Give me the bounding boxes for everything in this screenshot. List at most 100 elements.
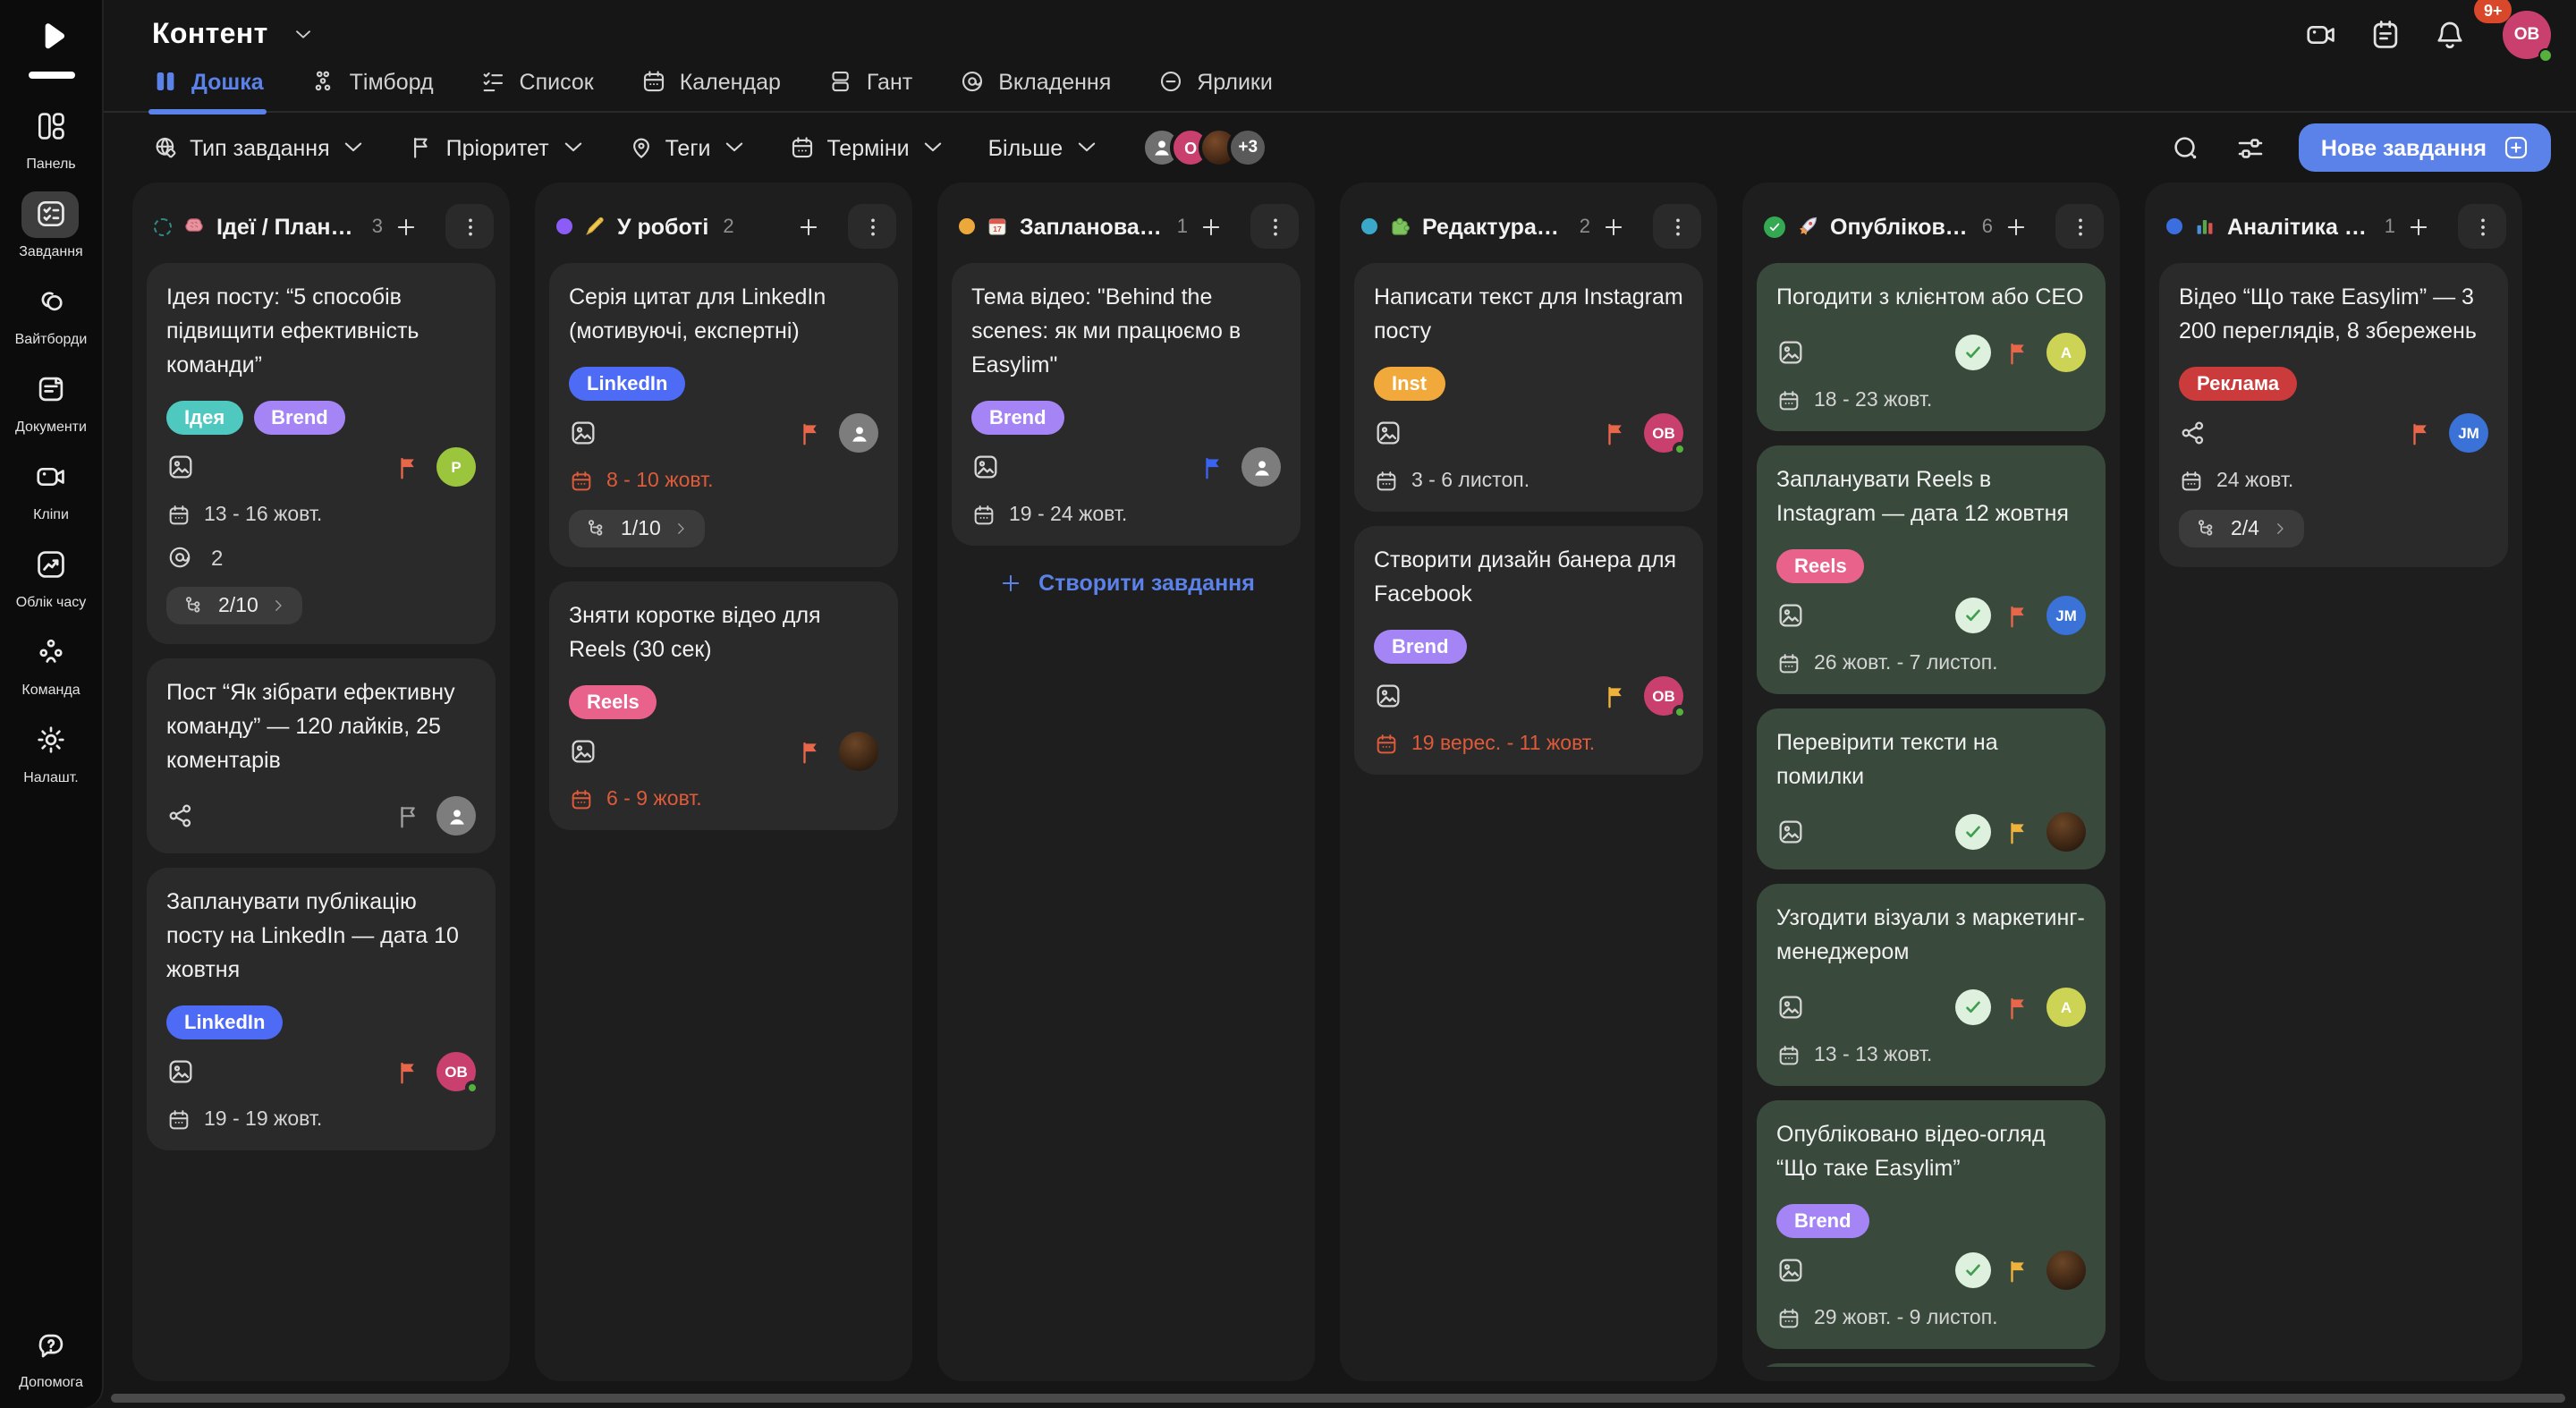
- column-menu-button[interactable]: [1653, 204, 1701, 249]
- task-card[interactable]: Створити дизайн банера для FacebookBrend…: [1354, 526, 1703, 775]
- assignee-avatar[interactable]: P: [436, 447, 476, 487]
- priority-flag-icon[interactable]: [2005, 994, 2032, 1021]
- sidebar-item-documents[interactable]: Документи: [15, 366, 87, 434]
- assignee-avatar[interactable]: [839, 732, 878, 771]
- task-card[interactable]: Серія цитат для LinkedIn (мотивуючі, екс…: [549, 263, 898, 567]
- task-card[interactable]: Тема відео: "Behind the scenes: як ми пр…: [952, 263, 1301, 546]
- tag-pill[interactable]: Inst: [1374, 367, 1445, 401]
- tab-attachments[interactable]: Вкладення: [959, 68, 1111, 111]
- tab-labels[interactable]: Ярлики: [1157, 68, 1273, 111]
- assignee-avatar[interactable]: ОВ: [1644, 413, 1683, 453]
- task-card[interactable]: Написати текст для Instagram постуInstОВ…: [1354, 263, 1703, 512]
- priority-flag-icon[interactable]: [395, 1058, 422, 1085]
- priority-flag-icon[interactable]: [395, 454, 422, 480]
- add-card-icon[interactable]: [2004, 214, 2029, 239]
- task-card[interactable]: Погодити з клієнтом або СЕОА18 - 23 жовт…: [1757, 263, 2106, 431]
- task-card[interactable]: Перевірити тексти на помилки: [1757, 708, 2106, 869]
- assignee-avatar[interactable]: [2046, 1251, 2086, 1290]
- filter-more[interactable]: Більше: [988, 134, 1101, 161]
- chevron-down-icon[interactable]: [292, 23, 315, 47]
- priority-flag-icon[interactable]: [1603, 683, 1630, 709]
- checklist-chip[interactable]: 2/10: [166, 587, 303, 624]
- column-menu-button[interactable]: [1250, 204, 1299, 249]
- tag-pill[interactable]: Brend: [1374, 630, 1467, 664]
- tag-pill[interactable]: Reels: [569, 685, 657, 719]
- column-menu-button[interactable]: [2055, 204, 2104, 249]
- tag-pill[interactable]: Реклама: [2179, 367, 2297, 401]
- sidebar-item-tasks[interactable]: Завдання: [19, 191, 82, 259]
- create-task-button[interactable]: Створити завдання: [952, 571, 1301, 596]
- checklist-chip[interactable]: 2/4: [2179, 510, 2304, 547]
- checklist-chip[interactable]: 1/10: [569, 510, 706, 547]
- filter-task-type[interactable]: Тип завдання: [152, 134, 368, 161]
- column-menu-button[interactable]: [445, 204, 494, 249]
- add-card-icon[interactable]: [1601, 214, 1626, 239]
- tag-pill[interactable]: LinkedIn: [569, 367, 685, 401]
- task-card[interactable]: Запланувати публікацію посту на LinkedIn…: [147, 868, 496, 1150]
- notes-icon[interactable]: [2368, 18, 2402, 52]
- sidebar-item-settings[interactable]: Налашт.: [22, 717, 80, 785]
- sidebar-item-team[interactable]: Команда: [21, 629, 80, 697]
- assignee-avatar[interactable]: JM: [2046, 596, 2086, 635]
- task-card[interactable]: Відео “Що таке Easylim” — 3 200 перегляд…: [2159, 263, 2508, 567]
- assignee-avatar[interactable]: А: [2046, 988, 2086, 1027]
- add-card-icon[interactable]: [2406, 214, 2431, 239]
- task-card[interactable]: Зняти коротке відео для Reels (30 сек)Re…: [549, 581, 898, 830]
- filter-tags[interactable]: Теги: [628, 134, 749, 161]
- priority-flag-icon[interactable]: [2005, 339, 2032, 366]
- assignee-avatar[interactable]: [1241, 447, 1281, 487]
- new-task-button[interactable]: Нове завдання: [2300, 123, 2551, 172]
- assignee-avatar[interactable]: JM: [2449, 413, 2488, 453]
- priority-flag-icon[interactable]: [2005, 602, 2032, 629]
- task-card[interactable]: Вийшов пост “Як зібрати: [1757, 1363, 2106, 1367]
- notification-badge[interactable]: 9+: [2474, 0, 2512, 23]
- tag-pill[interactable]: Brend: [253, 401, 346, 435]
- task-card[interactable]: Ідея посту: “5 способів підвищити ефекти…: [147, 263, 496, 644]
- task-card[interactable]: Узгодити візуали з маркетинг-менеджеромА…: [1757, 884, 2106, 1086]
- column-menu-button[interactable]: [2458, 204, 2506, 249]
- search-icon[interactable]: [2171, 131, 2203, 164]
- add-card-icon[interactable]: [394, 214, 419, 239]
- assignee-avatar[interactable]: [2046, 812, 2086, 852]
- priority-flag-icon[interactable]: [798, 420, 825, 446]
- filter-dates[interactable]: Терміни: [789, 134, 946, 161]
- tag-pill[interactable]: Brend: [971, 401, 1064, 435]
- sidebar-item-help[interactable]: Допомога: [19, 1322, 83, 1390]
- video-call-icon[interactable]: [2304, 18, 2338, 52]
- assignee-avatar[interactable]: ОВ: [1644, 676, 1683, 716]
- sidebar-item-whiteboards[interactable]: Вайтборди: [15, 278, 88, 346]
- tab-calendar[interactable]: Календар: [640, 68, 781, 111]
- tag-pill[interactable]: LinkedIn: [166, 1005, 283, 1039]
- assignee-avatar[interactable]: ОВ: [436, 1052, 476, 1091]
- priority-flag-icon[interactable]: [2005, 819, 2032, 845]
- tab-teamboard[interactable]: Тімборд: [310, 68, 434, 111]
- tag-pill[interactable]: Brend: [1776, 1204, 1869, 1238]
- sidebar-item-panel[interactable]: Панель: [22, 103, 80, 171]
- horizontal-scrollbar[interactable]: [111, 1394, 2565, 1403]
- assignee-avatar[interactable]: [436, 796, 476, 835]
- task-card[interactable]: Запланувати Reels в Instagram — дата 12 …: [1757, 445, 2106, 694]
- tag-pill[interactable]: Ідея: [166, 401, 242, 435]
- priority-flag-icon[interactable]: [1603, 420, 1630, 446]
- assignee-avatar[interactable]: [839, 413, 878, 453]
- view-settings-icon[interactable]: [2235, 131, 2267, 164]
- bell-icon[interactable]: [2433, 18, 2467, 52]
- assignee-avatar[interactable]: А: [2046, 333, 2086, 372]
- priority-flag-icon[interactable]: [395, 802, 422, 829]
- filter-priority[interactable]: Пріоритет: [409, 134, 587, 161]
- sidebar-item-time[interactable]: Облік часу: [16, 541, 86, 609]
- add-card-icon[interactable]: [1199, 214, 1224, 239]
- priority-flag-icon[interactable]: [798, 738, 825, 765]
- add-card-icon[interactable]: [796, 214, 821, 239]
- priority-flag-icon[interactable]: [1200, 454, 1227, 480]
- tab-gantt[interactable]: Гант: [827, 68, 912, 111]
- task-card[interactable]: Опубліковано відео-огляд “Що таке Easyli…: [1757, 1100, 2106, 1349]
- tab-list[interactable]: Список: [480, 68, 594, 111]
- tab-board[interactable]: Дошка: [152, 68, 264, 111]
- sidebar-item-clips[interactable]: Кліпи: [22, 454, 80, 522]
- priority-flag-icon[interactable]: [2005, 1257, 2032, 1284]
- column-menu-button[interactable]: [848, 204, 896, 249]
- task-card[interactable]: Пост “Як зібрати ефективну команду” — 12…: [147, 658, 496, 853]
- priority-flag-icon[interactable]: [2408, 420, 2435, 446]
- tag-pill[interactable]: Reels: [1776, 549, 1865, 583]
